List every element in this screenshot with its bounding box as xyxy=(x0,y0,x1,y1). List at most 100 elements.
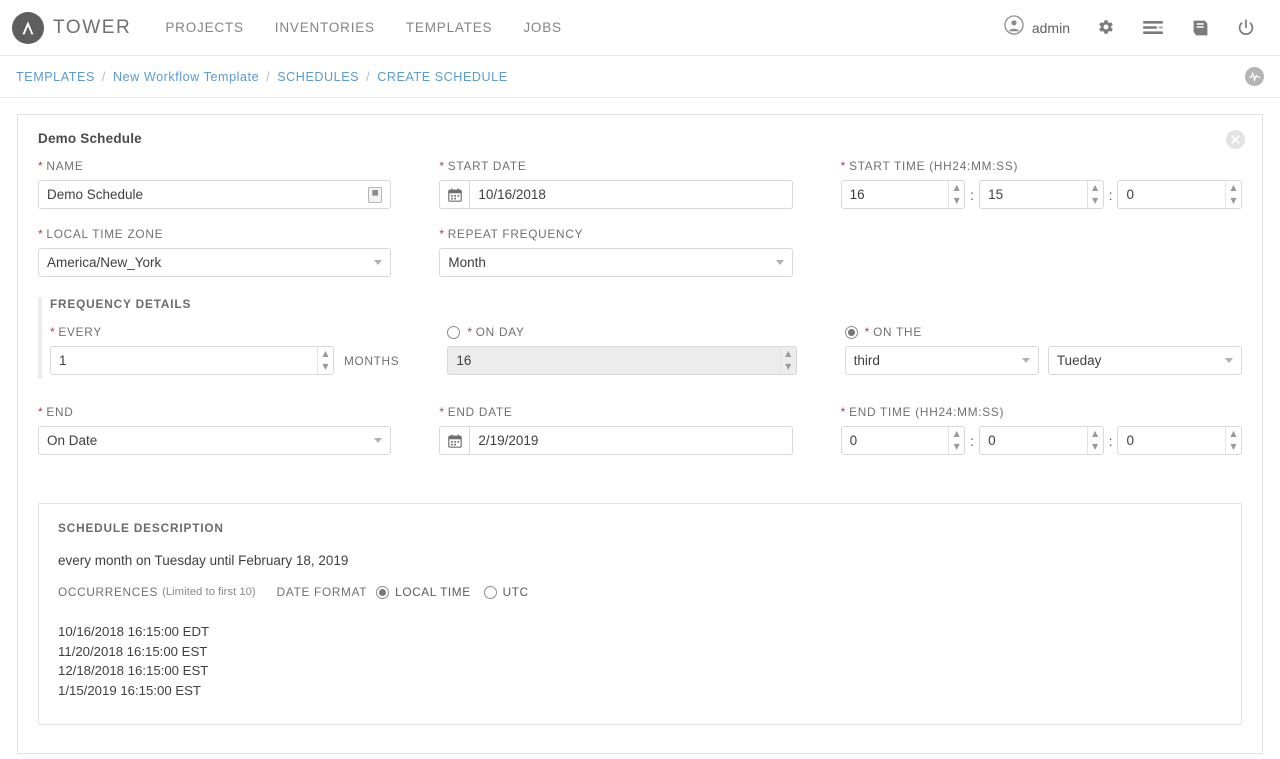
end-field-group: *END On Date xyxy=(38,405,391,455)
stepper-up[interactable]: ▲ xyxy=(318,347,333,361)
stepper-up[interactable]: ▲ xyxy=(949,427,964,441)
breadcrumb: TEMPLATES / New Workflow Template / SCHE… xyxy=(16,70,508,84)
stepper-up[interactable]: ▲ xyxy=(1226,181,1241,195)
start-date-input[interactable]: 10/16/2018 xyxy=(469,180,792,209)
required-asterisk: * xyxy=(439,405,444,419)
on-the-ordinal-value: third xyxy=(854,353,1016,368)
stepper-down[interactable]: ▼ xyxy=(1226,195,1241,209)
every-field-group: *EVERY 1 ▲ ▼ MONTHS xyxy=(50,325,399,375)
brand-logo-link[interactable]: TOWER xyxy=(12,12,131,44)
schedule-description-summary: every month on Tuesday until February 18… xyxy=(58,553,1222,568)
end-date-input[interactable]: 2/19/2019 xyxy=(469,426,792,455)
stepper-buttons: ▲ ▼ xyxy=(1087,427,1103,454)
date-format-local-option[interactable]: LOCAL TIME xyxy=(376,585,471,599)
name-input-value: Demo Schedule xyxy=(47,187,368,202)
calendar-icon[interactable] xyxy=(439,426,469,455)
form-col-repeat-frequency: *REPEAT FREQUENCY Month xyxy=(439,227,840,295)
on-day-label-row: *ON DAY xyxy=(447,325,796,339)
on-the-weekday-select[interactable]: Tueday xyxy=(1048,346,1242,375)
close-icon[interactable] xyxy=(1226,130,1245,149)
name-label: *NAME xyxy=(38,159,391,173)
stepper-up[interactable]: ▲ xyxy=(1088,427,1103,441)
logs-icon[interactable] xyxy=(1142,19,1164,37)
prompt-icon[interactable] xyxy=(368,187,382,203)
stepper-down[interactable]: ▼ xyxy=(1088,441,1103,455)
on-the-selects: third Tueday xyxy=(845,346,1242,375)
activity-stream-icon[interactable] xyxy=(1245,67,1264,86)
end-value: On Date xyxy=(47,433,368,448)
form-col-end: *END On Date xyxy=(38,405,439,473)
breadcrumb-item-workflow-template[interactable]: New Workflow Template xyxy=(113,70,259,84)
repeat-frequency-select[interactable]: Month xyxy=(439,248,792,277)
stepper-up[interactable]: ▲ xyxy=(781,347,796,361)
on-the-ordinal-select[interactable]: third xyxy=(845,346,1039,375)
calendar-icon[interactable] xyxy=(439,180,469,209)
book-icon[interactable] xyxy=(1190,19,1210,37)
start-date-field-group: *START DATE xyxy=(439,159,792,209)
power-icon[interactable] xyxy=(1236,18,1256,38)
gear-icon[interactable] xyxy=(1096,18,1116,38)
timezone-select[interactable]: America/New_York xyxy=(38,248,391,277)
every-units-label: MONTHS xyxy=(344,354,399,368)
required-asterisk: * xyxy=(865,325,870,339)
user-menu[interactable]: admin xyxy=(1004,15,1070,40)
required-asterisk: * xyxy=(38,405,43,419)
on-day-radio[interactable] xyxy=(447,326,460,339)
nav-link-inventories[interactable]: INVENTORIES xyxy=(275,20,375,35)
breadcrumb-item-schedules[interactable]: SCHEDULES xyxy=(277,70,359,84)
stepper-down[interactable]: ▼ xyxy=(1226,441,1241,455)
end-select[interactable]: On Date xyxy=(38,426,391,455)
nav-link-jobs[interactable]: JOBS xyxy=(523,20,561,35)
end-time-hours-stepper[interactable]: 0 ▲ ▼ xyxy=(841,426,966,455)
stepper-down[interactable]: ▼ xyxy=(781,361,796,375)
form-col-end-time: *END TIME (HH24:MM:SS) 0 ▲ ▼ : xyxy=(841,405,1242,473)
breadcrumb-right-actions xyxy=(1245,67,1264,86)
on-the-weekday-value: Tueday xyxy=(1057,353,1219,368)
start-time-minutes-stepper[interactable]: 15 ▲ ▼ xyxy=(979,180,1104,209)
stepper-buttons: ▲ ▼ xyxy=(1087,181,1103,208)
on-day-value: 16 xyxy=(448,347,779,374)
every-stepper[interactable]: 1 ▲ ▼ xyxy=(50,346,334,375)
breadcrumb-item-templates[interactable]: TEMPLATES xyxy=(16,70,95,84)
create-schedule-panel: Demo Schedule *NAME Demo Schedule xyxy=(17,114,1263,754)
nav-link-templates[interactable]: TEMPLATES xyxy=(406,20,492,35)
schedule-form: *NAME Demo Schedule *START DATE xyxy=(18,150,1262,493)
start-date-label: *START DATE xyxy=(439,159,792,173)
stepper-down[interactable]: ▼ xyxy=(1088,195,1103,209)
stepper-down[interactable]: ▼ xyxy=(949,441,964,455)
date-format-utc-option[interactable]: UTC xyxy=(484,585,529,599)
start-time-hours-stepper[interactable]: 16 ▲ ▼ xyxy=(841,180,966,209)
form-row-3: *EVERY 1 ▲ ▼ MONTHS xyxy=(50,325,1242,393)
top-navigation-bar: TOWER PROJECTS INVENTORIES TEMPLATES JOB… xyxy=(0,0,1280,56)
chevron-down-icon xyxy=(1022,358,1030,363)
stepper-up[interactable]: ▲ xyxy=(1226,427,1241,441)
time-separator: : xyxy=(1104,433,1118,449)
local-time-radio[interactable] xyxy=(376,586,389,599)
start-time-inputs: 16 ▲ ▼ : 15 ▲ ▼ xyxy=(841,180,1242,209)
chevron-down-icon xyxy=(1225,358,1233,363)
timezone-field-group: *LOCAL TIME ZONE America/New_York xyxy=(38,227,391,277)
end-time-minutes-value: 0 xyxy=(980,427,1087,454)
end-time-seconds-stepper[interactable]: 0 ▲ ▼ xyxy=(1117,426,1242,455)
stepper-down[interactable]: ▼ xyxy=(949,195,964,209)
list-item: 12/18/2018 16:15:00 EST xyxy=(58,661,1222,681)
nav-link-projects[interactable]: PROJECTS xyxy=(165,20,243,35)
repeat-frequency-field-group: *REPEAT FREQUENCY Month xyxy=(439,227,792,277)
form-col-on-the: *ON THE third Tueday xyxy=(845,325,1242,393)
required-asterisk: * xyxy=(439,227,444,241)
name-input[interactable]: Demo Schedule xyxy=(38,180,391,209)
stepper-up[interactable]: ▲ xyxy=(949,181,964,195)
on-day-stepper[interactable]: 16 ▲ ▼ xyxy=(447,346,796,375)
end-label: *END xyxy=(38,405,391,419)
breadcrumb-separator: / xyxy=(266,70,270,84)
utc-radio[interactable] xyxy=(484,586,497,599)
on-the-radio[interactable] xyxy=(845,326,858,339)
start-time-seconds-stepper[interactable]: 0 ▲ ▼ xyxy=(1117,180,1242,209)
stepper-up[interactable]: ▲ xyxy=(1088,181,1103,195)
form-col-name: *NAME Demo Schedule xyxy=(38,159,439,227)
chevron-down-icon xyxy=(776,260,784,265)
required-asterisk: * xyxy=(50,325,55,339)
end-time-minutes-stepper[interactable]: 0 ▲ ▼ xyxy=(979,426,1104,455)
every-value: 1 xyxy=(51,347,317,374)
stepper-down[interactable]: ▼ xyxy=(318,361,333,375)
